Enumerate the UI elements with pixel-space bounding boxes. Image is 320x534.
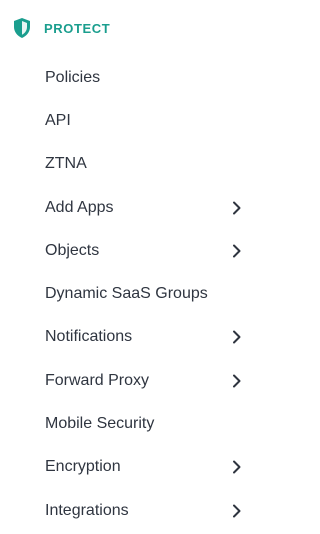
side-navigation: PROTECT Policies API ZTNA Add Apps Objec… bbox=[0, 0, 260, 534]
nav-item-label: Objects bbox=[45, 241, 100, 259]
nav-item-label: API bbox=[45, 111, 71, 129]
nav-item-label: Forward Proxy bbox=[45, 371, 150, 389]
chevron-right-icon bbox=[230, 374, 244, 388]
nav-item-encryption[interactable]: Encryption bbox=[0, 446, 260, 489]
nav-item-mobile-security[interactable]: Mobile Security bbox=[0, 402, 260, 445]
nav-item-integrations[interactable]: Integrations bbox=[0, 489, 260, 532]
chevron-right-icon bbox=[230, 504, 244, 518]
nav-item-label: Add Apps bbox=[45, 198, 114, 216]
section-title: PROTECT bbox=[44, 20, 111, 36]
chevron-right-icon bbox=[230, 460, 244, 474]
nav-item-list: Policies API ZTNA Add Apps Objects Dynam… bbox=[0, 56, 260, 532]
nav-item-add-apps[interactable]: Add Apps bbox=[0, 186, 260, 229]
section-header-protect[interactable]: PROTECT bbox=[0, 0, 260, 56]
nav-item-label: Policies bbox=[45, 68, 101, 86]
nav-item-label: Dynamic SaaS Groups bbox=[45, 285, 208, 303]
nav-item-policies[interactable]: Policies bbox=[0, 56, 260, 99]
nav-item-ztna[interactable]: ZTNA bbox=[0, 143, 260, 186]
nav-item-label: ZTNA bbox=[45, 155, 87, 173]
chevron-right-icon bbox=[230, 201, 244, 215]
nav-item-api[interactable]: API bbox=[0, 99, 260, 142]
shield-icon bbox=[12, 18, 32, 38]
nav-item-dynamic-saas-groups[interactable]: Dynamic SaaS Groups bbox=[0, 272, 260, 315]
nav-item-objects[interactable]: Objects bbox=[0, 229, 260, 272]
chevron-right-icon bbox=[230, 244, 244, 258]
nav-item-notifications[interactable]: Notifications bbox=[0, 316, 260, 359]
nav-item-label: Integrations bbox=[45, 501, 129, 519]
nav-item-label: Mobile Security bbox=[45, 415, 155, 433]
chevron-right-icon bbox=[230, 330, 244, 344]
nav-item-label: Encryption bbox=[45, 458, 121, 476]
nav-item-forward-proxy[interactable]: Forward Proxy bbox=[0, 359, 260, 402]
nav-item-label: Notifications bbox=[45, 328, 133, 346]
